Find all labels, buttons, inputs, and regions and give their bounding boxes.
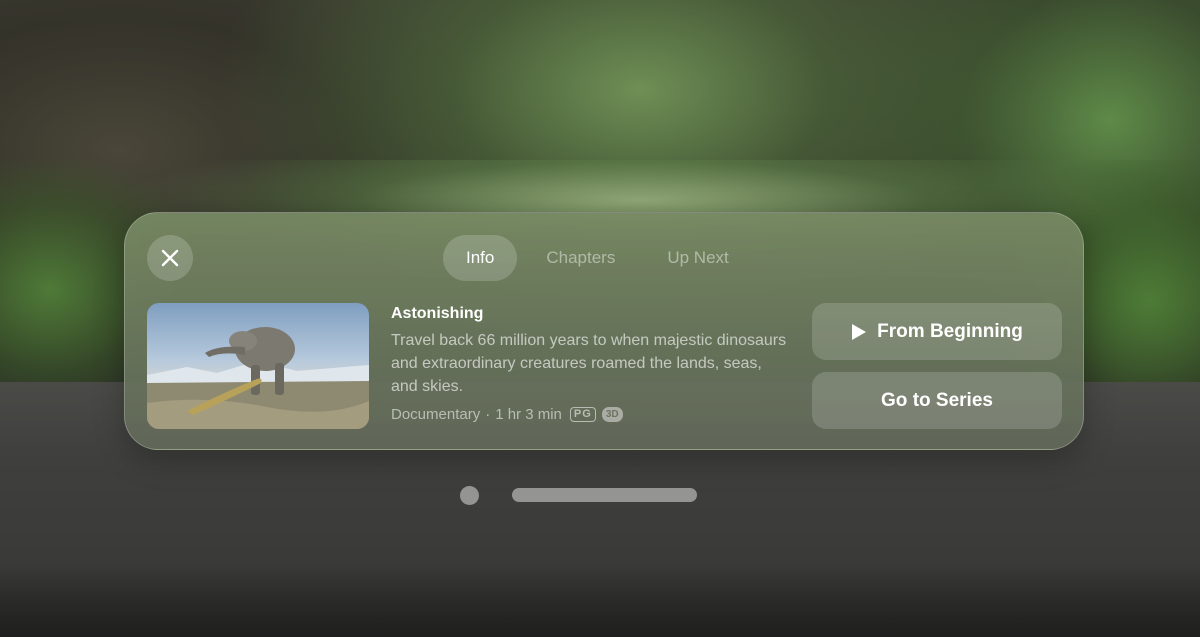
from-beginning-label: From Beginning — [877, 320, 1023, 342]
episode-thumbnail — [147, 303, 369, 429]
genre-label: Documentary — [391, 406, 481, 423]
rating-badge: PG — [569, 407, 596, 422]
play-icon — [852, 323, 867, 340]
tab-up-next[interactable]: Up Next — [644, 235, 751, 281]
duration-label: 1 hr 3 min — [495, 406, 562, 423]
tab-info[interactable]: Info — [443, 235, 518, 281]
info-panel: Info Chapters Up Next Astonishing Travel… — [124, 212, 1084, 450]
episode-meta: Documentary · 1 hr 3 min PG 3D — [391, 406, 791, 423]
window-grab-bar[interactable] — [512, 488, 697, 502]
close-button[interactable] — [147, 235, 193, 281]
episode-info: Astonishing Travel back 66 million years… — [391, 305, 791, 423]
from-beginning-button[interactable]: From Beginning — [812, 303, 1062, 360]
go-to-series-button[interactable]: Go to Series — [812, 372, 1062, 429]
episode-description: Travel back 66 million years to when maj… — [391, 332, 787, 395]
tab-chapters[interactable]: Chapters — [523, 235, 638, 281]
tab-bar: Info Chapters Up Next — [443, 235, 758, 281]
3d-badge: 3D — [601, 407, 623, 422]
episode-title: Astonishing — [391, 305, 484, 322]
window-control-dot[interactable] — [460, 486, 479, 505]
go-to-series-label: Go to Series — [881, 389, 993, 411]
close-icon — [161, 249, 179, 267]
meta-separator: · — [485, 406, 491, 423]
